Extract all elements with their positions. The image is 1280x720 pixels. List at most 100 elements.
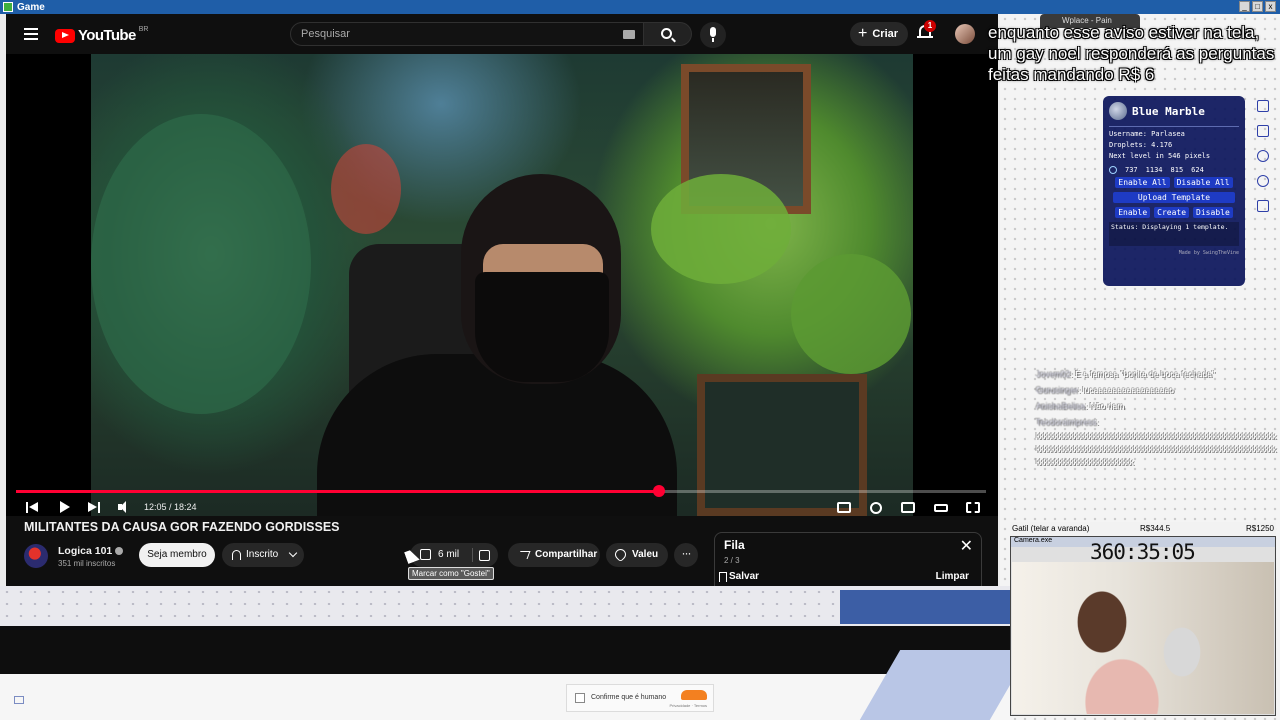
voice-search-icon[interactable] — [700, 22, 726, 48]
player-controls: 12:05 / 18:24 — [6, 480, 998, 516]
youtube-logo[interactable]: YouTube BR — [55, 26, 149, 44]
youtube-play-icon — [55, 28, 75, 43]
youtube-wordmark: YouTube — [78, 27, 136, 44]
username: Username: Parlasea — [1109, 130, 1185, 138]
miniplayer-icon[interactable] — [901, 502, 915, 513]
notification-badge: 1 — [924, 20, 936, 32]
globe-icon — [1109, 102, 1127, 120]
cloudflare-logo — [681, 690, 707, 700]
thanks-button[interactable]: Valeu — [606, 543, 668, 567]
video-player[interactable]: 12:05 / 18:24 — [6, 54, 998, 516]
create-button[interactable]: Create — [1154, 207, 1190, 218]
donation-goal-bar: Gatil (telar a varanda) R$344.5 R$1250 — [1010, 522, 1276, 536]
like-dislike-group: 6 mil — [410, 543, 498, 567]
subathon-timer: 360:35:05 — [1090, 540, 1196, 564]
chat-text: : É a famosa "bonita de boca fechada" — [1070, 369, 1216, 379]
upload-template-button[interactable]: Upload Template — [1113, 192, 1235, 203]
region-code: BR — [138, 26, 149, 33]
droplets: Droplets: 4.176 — [1109, 141, 1173, 149]
coordinates-row: 737 1134 815 624 — [1109, 166, 1239, 174]
more-actions-button[interactable]: ··· — [674, 543, 698, 567]
volume-icon[interactable] — [118, 501, 134, 515]
search-map-icon[interactable] — [1257, 150, 1269, 162]
progress-bar[interactable] — [16, 485, 986, 497]
goal-label: Gatil (telar a varanda) — [1012, 524, 1090, 533]
toggle-row: Enable All Disable All — [1109, 177, 1239, 188]
chat-username[interactable]: Jovem02 — [1036, 369, 1071, 379]
fullscreen-icon[interactable] — [966, 502, 980, 513]
clear-queue-button[interactable]: Limpar — [936, 571, 969, 582]
settings-gear-icon[interactable] — [870, 502, 882, 514]
like-count[interactable]: 6 mil — [438, 549, 459, 560]
app-icon — [3, 2, 13, 12]
chat-username[interactable]: Teodoraimpress — [1036, 417, 1096, 427]
stream-caption: enquanto esse aviso estiver na tela, um … — [988, 23, 1275, 84]
account-avatar[interactable] — [955, 24, 975, 44]
goal-target: R$1250 — [1245, 524, 1274, 533]
search-button[interactable] — [644, 22, 692, 46]
progress-scrubber[interactable] — [653, 485, 666, 497]
zoom-icon[interactable] — [1257, 175, 1269, 187]
chat-username[interactable]: AnishaBelisa — [1036, 401, 1085, 411]
coord-value[interactable]: 624 — [1191, 166, 1204, 174]
close-icon[interactable]: x — [1265, 1, 1276, 12]
chat-message: Jovem02: É a famosa "bonita de boca fech… — [1036, 366, 1276, 382]
search-input[interactable]: Pesquisar — [290, 22, 644, 46]
keyboard-icon[interactable] — [623, 30, 635, 39]
shop-icon[interactable] — [1257, 125, 1269, 137]
close-icon[interactable]: ✕ — [960, 536, 973, 556]
search-placeholder: Pesquisar — [301, 28, 350, 40]
subscribed-button[interactable]: Inscrito — [222, 543, 304, 567]
disable-all-button[interactable]: Disable All — [1173, 177, 1233, 188]
theater-mode-icon[interactable] — [934, 504, 948, 512]
coord-value[interactable]: 1134 — [1146, 166, 1163, 174]
red-flowers — [331, 144, 401, 234]
plant-leaves — [91, 114, 311, 414]
tray-icon[interactable] — [14, 696, 24, 704]
save-queue-button[interactable]: Salvar — [729, 571, 759, 582]
channel-name[interactable]: Logica 101 — [58, 545, 124, 557]
minimize-icon[interactable]: _ — [1239, 1, 1250, 12]
chat-username[interactable]: Gurusinger — [1036, 385, 1078, 395]
disable-button[interactable]: Disable — [1193, 207, 1233, 218]
cloudflare-widget: Confirme que é humano Privacidade · Term… — [566, 684, 714, 712]
like-icon[interactable] — [420, 549, 431, 560]
next-icon[interactable] — [88, 501, 104, 515]
youtube-topbar: YouTube BR Pesquisar + Criar 1 — [6, 14, 998, 54]
maximize-icon[interactable]: □ — [1252, 1, 1263, 12]
youtube-page: YouTube BR Pesquisar + Criar 1 12:05 / 1… — [6, 14, 998, 586]
coord-value[interactable]: 815 — [1171, 166, 1184, 174]
human-checkbox[interactable] — [575, 693, 585, 703]
share-label: Compartilhar — [535, 549, 598, 560]
coord-value[interactable]: 737 — [1125, 166, 1138, 174]
dislike-icon[interactable] — [479, 550, 490, 561]
window-titlebar: Game _ □ x — [0, 0, 1280, 14]
pin-icon[interactable] — [1109, 166, 1117, 174]
enable-button[interactable]: Enable — [1115, 207, 1151, 218]
play-icon[interactable] — [58, 501, 74, 515]
join-button[interactable]: Seja membro — [139, 543, 215, 567]
share-button[interactable]: Compartilhar — [508, 543, 600, 567]
goal-raised: R$344.5 — [1140, 524, 1171, 533]
status-text: Status: Displaying 1 template. — [1109, 222, 1239, 246]
layers-icon[interactable] — [1257, 100, 1269, 112]
chat-message: Teodoraimpress: — [1036, 414, 1276, 430]
hamburger-menu-icon[interactable] — [24, 28, 38, 40]
time-display: 12:05 / 18:24 — [144, 502, 197, 512]
captcha-links[interactable]: Privacidade · Termos — [670, 703, 708, 708]
stats-icon[interactable] — [1257, 200, 1269, 212]
chat-log: Jovem02: É a famosa "bonita de boca fech… — [1036, 366, 1277, 469]
bookmark-icon — [719, 572, 727, 582]
subtitles-icon[interactable] — [837, 502, 851, 513]
enable-all-button[interactable]: Enable All — [1115, 177, 1170, 188]
video-title: MILITANTES DA CAUSA GOR FAZENDO GORDISSE… — [24, 520, 340, 534]
channel-avatar[interactable] — [24, 544, 48, 568]
decorative-shape — [840, 590, 1010, 624]
previous-icon[interactable] — [26, 501, 42, 515]
captcha-label: Confirme que é humano — [591, 694, 667, 701]
create-button[interactable]: + Criar — [850, 22, 908, 46]
window-controls: _ □ x — [1239, 1, 1276, 12]
queue-count: 2 / 3 — [724, 556, 740, 565]
person-mask — [475, 272, 609, 382]
divider — [472, 548, 473, 562]
